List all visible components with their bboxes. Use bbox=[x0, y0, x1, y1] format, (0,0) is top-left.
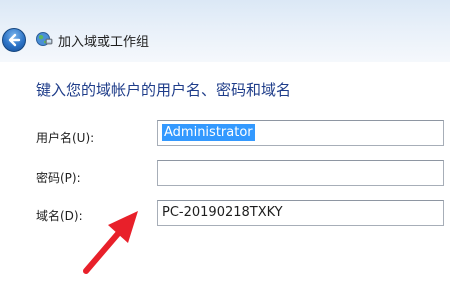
annotation-arrow-icon bbox=[83, 211, 138, 274]
instruction-text: 键入您的域帐户的用户名、密码和域名 bbox=[36, 81, 292, 99]
password-field[interactable] bbox=[157, 160, 444, 186]
back-button[interactable] bbox=[2, 28, 26, 52]
password-label: 密码(P): bbox=[36, 171, 81, 185]
username-value: Administrator bbox=[162, 124, 255, 141]
back-arrow-icon bbox=[8, 33, 21, 47]
username-label: 用户名(U): bbox=[36, 131, 95, 145]
title-bar: 加入域或工作组 bbox=[0, 0, 450, 62]
domain-label: 域名(D): bbox=[36, 209, 83, 223]
username-field[interactable]: Administrator bbox=[157, 120, 444, 146]
network-globe-icon bbox=[36, 32, 53, 46]
domain-field[interactable]: PC-20190218TXKY bbox=[157, 200, 444, 226]
window-title: 加入域或工作组 bbox=[58, 35, 150, 50]
